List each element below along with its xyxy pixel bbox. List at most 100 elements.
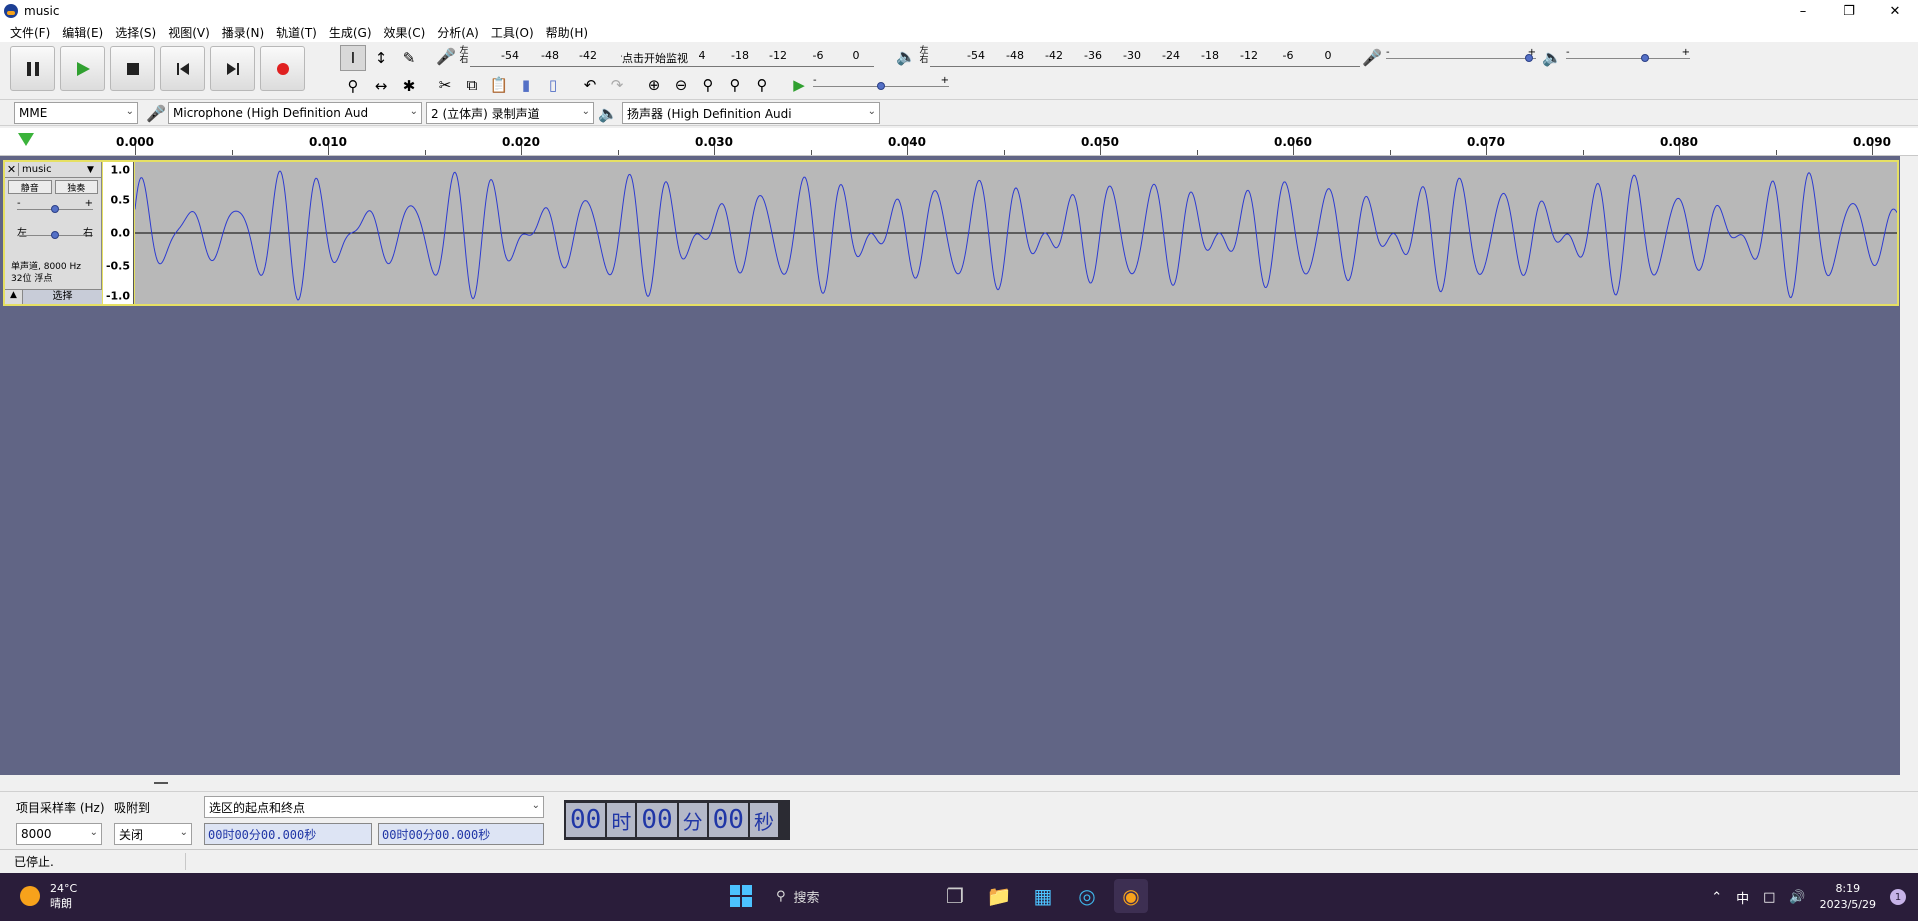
paste-button[interactable]: 📋 — [486, 73, 512, 97]
menu-help[interactable]: 帮助(H) — [540, 24, 594, 41]
menu-analyze[interactable]: 分析(A) — [431, 24, 485, 41]
record-button[interactable] — [260, 46, 305, 91]
stop-button[interactable] — [110, 46, 155, 91]
notification-badge[interactable]: 1 — [1890, 889, 1906, 905]
selection-mode-value: 选区的起点和终点 — [209, 800, 306, 815]
trim-button[interactable]: ▮ — [513, 73, 539, 97]
collapse-track-icon[interactable]: ▲ — [5, 290, 23, 304]
track-menu-icon[interactable]: ▼ — [87, 165, 101, 175]
skip-to-start-button[interactable] — [160, 46, 205, 91]
maximize-button[interactable]: ❐ — [1826, 0, 1872, 22]
redo-button[interactable]: ↷ — [604, 73, 630, 97]
multi-tool[interactable]: ✱ — [396, 73, 422, 99]
menu-generate[interactable]: 生成(G) — [323, 24, 378, 41]
pan-thumb[interactable] — [51, 231, 59, 239]
network-icon[interactable]: □ — [1763, 890, 1775, 905]
chevron-up-icon[interactable]: ⌃ — [1711, 890, 1722, 905]
record-volume-slider[interactable]: - + — [1386, 47, 1536, 65]
timeline-ruler[interactable]: 0.000 0.010 0.020 0.030 0.040 0.050 0.060 0.070… — [0, 128, 1918, 156]
vertical-scrollbar[interactable] — [1900, 156, 1918, 775]
undo-button[interactable]: ↶ — [577, 73, 603, 97]
record-icon — [276, 62, 289, 75]
selection-mode-select[interactable]: 选区的起点和终点 ⌄ — [204, 796, 544, 818]
task-view-button[interactable]: ❐ — [938, 879, 972, 913]
ruler-tick — [521, 145, 522, 155]
clock[interactable]: 8:19 2023/5/29 — [1820, 881, 1876, 913]
track-name[interactable]: music — [19, 164, 87, 175]
draw-tool[interactable]: ✎ — [396, 45, 422, 71]
zoom-out-button[interactable]: ⊖ — [668, 73, 694, 97]
zoom-toggle-button[interactable]: ⚲ — [749, 73, 775, 97]
project-rate-select[interactable]: 8000 ⌄ — [16, 823, 102, 845]
select-track-button[interactable]: 选择 — [23, 290, 102, 304]
audio-position-display[interactable]: 00 时 00 分 00 秒 — [564, 800, 790, 840]
play-tick: -12 — [1240, 49, 1258, 62]
pause-button[interactable] — [10, 46, 55, 91]
selection-start-time[interactable]: 00时00分00.000秒 — [204, 823, 372, 845]
menu-tools[interactable]: 工具(O) — [485, 24, 540, 41]
window-title: music — [24, 4, 60, 18]
cut-button[interactable]: ✂ — [432, 73, 458, 97]
playback-volume-thumb[interactable] — [1641, 54, 1650, 62]
waveform-area[interactable] — [134, 162, 1898, 304]
weather-widget[interactable]: 24°C 晴朗 — [20, 881, 77, 911]
play-tick: -30 — [1123, 49, 1141, 62]
close-track-icon[interactable]: ✕ — [5, 163, 19, 176]
taskbar-search[interactable]: ⚲ 搜索 — [768, 879, 928, 913]
close-button[interactable]: ✕ — [1872, 0, 1918, 22]
menu-select[interactable]: 选择(S) — [109, 24, 162, 41]
play-at-speed-button[interactable]: ▶ — [786, 73, 812, 97]
zoom-in-button[interactable]: ⊕ — [641, 73, 667, 97]
track-control-panel: ✕ music ▼ 静音 独奏 - + 左 右 单声道, 8000 Hz 32位… — [5, 162, 102, 304]
playback-device-select[interactable]: 扬声器 (High Definition Audi ⌄ — [622, 102, 880, 124]
menu-file[interactable]: 文件(F) — [4, 24, 56, 41]
edge-button[interactable]: ◎ — [1070, 879, 1104, 913]
solo-button[interactable]: 独奏 — [54, 180, 98, 194]
silence-button[interactable]: ▯ — [540, 73, 566, 97]
menu-effect[interactable]: 效果(C) — [378, 24, 432, 41]
audio-host-select[interactable]: MME ⌄ — [14, 102, 138, 124]
selection-tool[interactable]: I — [340, 45, 366, 71]
time-shift-tool[interactable]: ↔ — [368, 73, 394, 99]
envelope-tool[interactable]: ↕ — [368, 45, 394, 71]
record-meter[interactable]: 🎤 左 右 -54 -48 -42 -3 点击开始监视 4 -18 -12 -6… — [436, 45, 874, 67]
play-speed-thumb[interactable] — [877, 82, 885, 90]
selection-end-time[interactable]: 00时00分00.000秒 — [378, 823, 544, 845]
track-panel[interactable]: ✕ music ▼ 静音 独奏 - + 左 右 单声道, 8000 Hz 32位… — [0, 156, 1900, 775]
menu-tracks[interactable]: 轨道(T) — [270, 24, 323, 41]
playback-volume-slider[interactable]: - + — [1566, 47, 1690, 65]
zoom-tool[interactable]: ⚲ — [340, 73, 366, 99]
slider-minus: - — [1566, 47, 1570, 58]
audio-track[interactable]: ✕ music ▼ 静音 独奏 - + 左 右 单声道, 8000 Hz 32位… — [3, 160, 1899, 306]
volume-icon[interactable]: 🔊 — [1789, 890, 1805, 905]
start-button[interactable] — [724, 879, 758, 913]
mute-button[interactable]: 静音 — [8, 180, 52, 194]
menu-view[interactable]: 视图(V) — [162, 24, 216, 41]
resize-grip[interactable] — [154, 782, 168, 784]
gain-slider[interactable]: - + — [17, 198, 93, 216]
gain-thumb[interactable] — [51, 205, 59, 213]
play-head-marker-icon[interactable] — [18, 133, 34, 146]
recording-device-select[interactable]: Microphone (High Definition Aud ⌄ — [168, 102, 422, 124]
fit-selection-button[interactable]: ⚲ — [695, 73, 721, 97]
file-explorer-button[interactable]: 📁 — [982, 879, 1016, 913]
minimize-button[interactable]: – — [1780, 0, 1826, 22]
mixer-toolbar: 🎤 - + 🔈 - + — [1362, 46, 1690, 68]
microphone-icon: 🎤 — [1362, 47, 1382, 67]
menu-edit[interactable]: 编辑(E) — [56, 24, 109, 41]
ime-indicator[interactable]: 中 — [1736, 888, 1749, 907]
snap-to-select[interactable]: 关闭 ⌄ — [114, 823, 192, 845]
audacity-taskbar-button[interactable]: ◉ — [1114, 879, 1148, 913]
store-button[interactable]: ▦ — [1026, 879, 1060, 913]
skip-to-end-button[interactable] — [210, 46, 255, 91]
menu-transport[interactable]: 播录(N) — [216, 24, 270, 41]
monitor-hint[interactable]: 点击开始监视 — [622, 50, 688, 66]
play-speed-slider[interactable]: - + — [813, 75, 949, 93]
recording-channels-select[interactable]: 2 (立体声) 录制声道 ⌄ — [426, 102, 594, 124]
pan-slider[interactable]: 左 右 — [17, 226, 93, 242]
copy-button[interactable]: ⧉ — [459, 73, 485, 97]
play-button[interactable] — [60, 46, 105, 91]
windows-logo-icon — [730, 885, 752, 907]
playback-meter[interactable]: 🔈 左 右 -54 -48 -42 -36 -30 -24 -18 -12 -6… — [896, 45, 1360, 67]
fit-project-button[interactable]: ⚲ — [722, 73, 748, 97]
